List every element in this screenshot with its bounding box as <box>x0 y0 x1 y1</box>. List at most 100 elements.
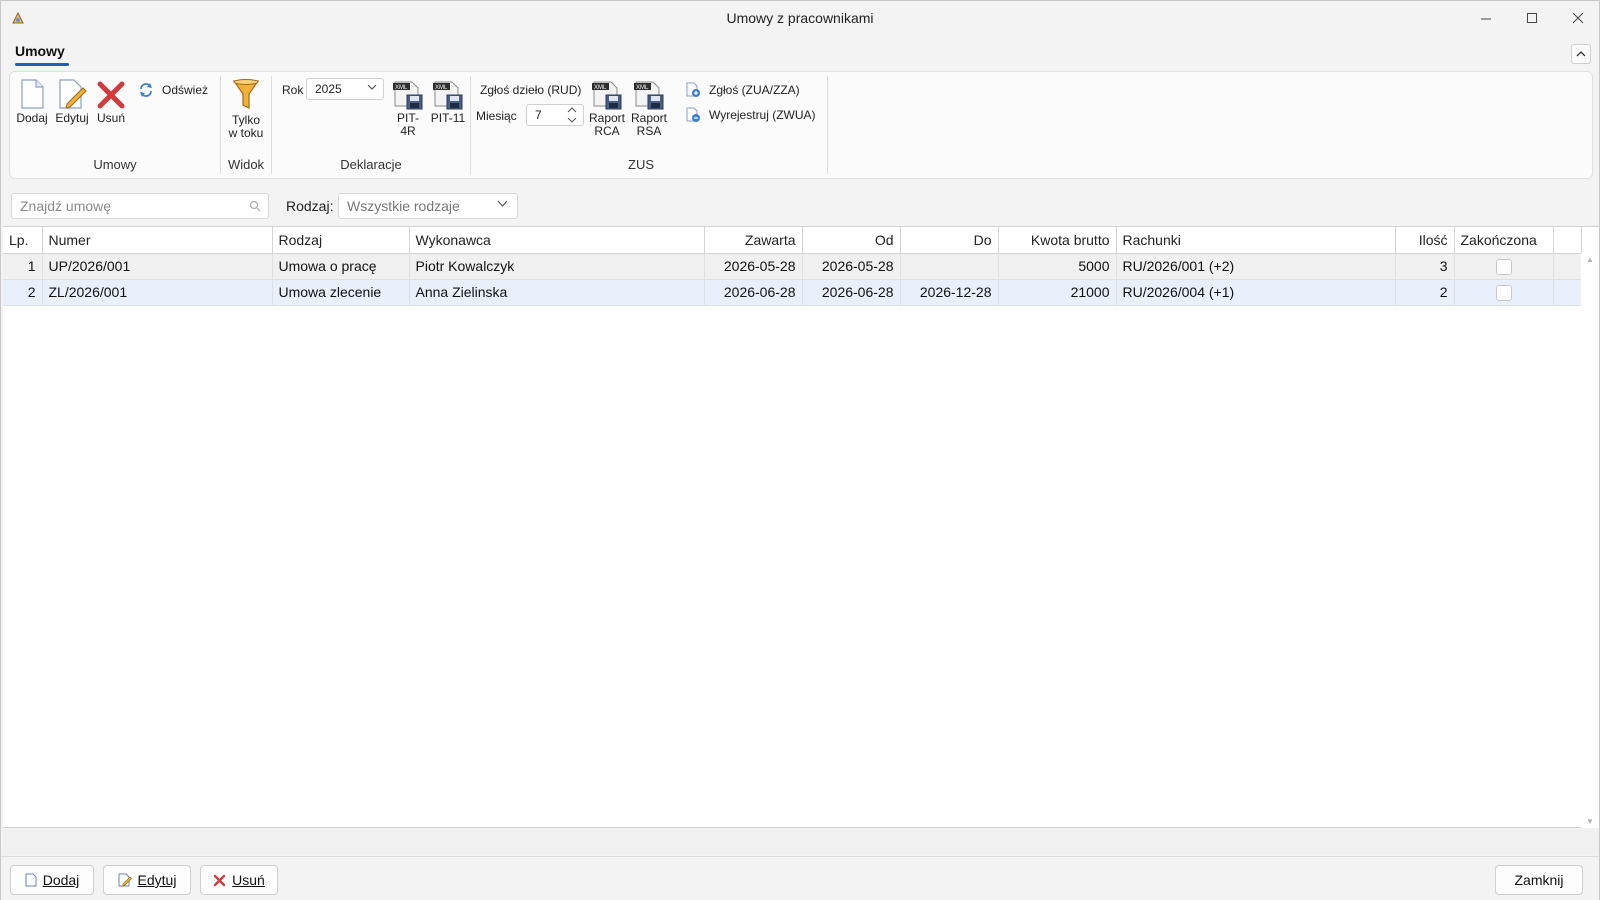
year-select[interactable]: 2025 <box>306 78 384 100</box>
contracts-table: Lp. Numer Rodzaj Wykonawca Zawarta Od Do… <box>3 226 1599 828</box>
col-header-zawarta[interactable]: Zawarta <box>704 227 803 254</box>
edit-contract-button[interactable]: Edytuj <box>54 78 90 125</box>
ribbon-tab-umowy[interactable]: Umowy <box>15 43 65 59</box>
col-header-ilosc[interactable]: Ilość <box>1395 227 1455 254</box>
ribbon-collapse-button[interactable] <box>1571 44 1591 64</box>
search-placeholder: Znajdź umowę <box>20 198 112 214</box>
maximize-icon <box>1526 12 1537 23</box>
group-label-widok: Widok <box>227 157 265 172</box>
xml-save-icon: XML <box>433 81 463 110</box>
cell-zakonczona <box>1454 279 1554 306</box>
scroll-down-icon[interactable]: ▼ <box>1586 817 1594 826</box>
cell-od: 2026-05-28 <box>802 253 901 280</box>
cell-lp: 2 <box>3 279 43 306</box>
cell-lp: 1 <box>3 253 43 280</box>
col-header-wykonawca[interactable]: Wykonawca <box>409 227 705 254</box>
refresh-button[interactable]: Odśwież <box>138 82 208 98</box>
year-label: Rok <box>282 83 304 97</box>
title-bar: Umowy z pracownikami <box>1 1 1599 35</box>
col-header-rodzaj[interactable]: Rodzaj <box>272 227 410 254</box>
group-label-deklaracje: Deklaracje <box>340 157 402 172</box>
footer-edit-label: Edytuj <box>137 872 177 888</box>
group-label-zus: ZUS <box>628 157 654 172</box>
cell-rodzaj: Umowa o pracę <box>272 253 410 280</box>
footer-add-button[interactable]: Dodaj <box>10 865 94 895</box>
type-filter-label: Rodzaj: <box>286 198 334 214</box>
close-icon <box>1572 12 1583 23</box>
ribbon-group-zus: Zgłoś dzieło (RUD) Miesiąc 7 XML Raport … <box>471 72 827 178</box>
search-input[interactable]: Znajdź umowę <box>11 193 269 219</box>
group-separator <box>827 76 828 174</box>
pit4r-button[interactable]: XML PIT-4R <box>390 78 426 138</box>
delete-x-icon <box>213 874 226 886</box>
active-tab-indicator <box>15 63 69 66</box>
search-icon <box>249 199 261 215</box>
new-document-icon <box>25 873 37 887</box>
cell-spacer <box>1553 253 1582 280</box>
chevron-down-icon <box>497 198 508 212</box>
month-stepper[interactable]: 7 <box>526 104 584 126</box>
cell-kwota: 5000 <box>998 253 1117 280</box>
report-rsa-button[interactable]: XML Raport RSA <box>629 78 669 138</box>
report-rca-button[interactable]: XML Raport RCA <box>587 78 627 138</box>
delete-contract-button[interactable]: Usuń <box>94 78 128 125</box>
col-header-numer[interactable]: Numer <box>42 227 273 254</box>
minimize-icon <box>1480 18 1491 19</box>
col-header-lp[interactable]: Lp. <box>3 227 43 254</box>
footer-delete-label: Usuń <box>232 872 265 888</box>
completed-checkbox[interactable] <box>1495 258 1512 275</box>
pit11-button[interactable]: XML PIT-11 <box>430 78 466 125</box>
edit-contract-label: Edytuj <box>55 111 89 125</box>
close-button[interactable]: Zamknij <box>1495 865 1583 895</box>
edit-document-icon <box>59 79 87 109</box>
close-window-button[interactable] <box>1555 1 1600 35</box>
col-header-rachunki[interactable]: Rachunki <box>1116 227 1396 254</box>
cell-ilosc: 2 <box>1395 279 1455 306</box>
unregister-zwua-button[interactable]: Wyrejestruj (ZWUA) <box>685 107 816 123</box>
type-filter-select[interactable]: Wszystkie rodzaje <box>338 193 518 219</box>
footer-delete-button[interactable]: Usuń <box>200 865 278 895</box>
report-rud-button[interactable]: Zgłoś dzieło (RUD) <box>480 83 581 97</box>
cell-rachunki: RU/2026/004 (+1) <box>1116 279 1396 306</box>
vertical-scrollbar[interactable]: ▲ ▼ <box>1581 253 1599 828</box>
completed-checkbox[interactable] <box>1495 284 1512 301</box>
funnel-icon <box>232 79 260 109</box>
col-header-do[interactable]: Do <box>900 227 999 254</box>
month-value: 7 <box>535 108 542 122</box>
window-title: Umowy z pracownikami <box>726 10 874 26</box>
footer-add-label: Dodaj <box>42 872 80 888</box>
edit-document-icon <box>118 873 132 887</box>
minimize-button[interactable] <box>1463 1 1509 35</box>
col-header-zakonczona[interactable]: Zakończona <box>1454 227 1554 254</box>
scroll-up-icon[interactable]: ▲ <box>1586 255 1594 264</box>
delete-contract-label: Usuń <box>96 111 125 125</box>
delete-x-icon <box>97 81 125 109</box>
table-row[interactable]: 1 UP/2026/001 Umowa o pracę Piotr Kowalc… <box>3 253 1582 280</box>
svg-text:XML: XML <box>395 85 408 91</box>
pit4r-label: PIT-4R <box>396 111 419 138</box>
document-remove-icon <box>686 107 700 122</box>
bottom-button-bar: Dodaj Edytuj Usuń Zamknij <box>1 856 1599 900</box>
maximize-button[interactable] <box>1509 1 1555 35</box>
app-window: Umowy z pracownikami Umowy Dodaj Edytuj … <box>0 0 1600 900</box>
add-contract-button[interactable]: Dodaj <box>16 78 48 125</box>
stepper-arrows-icon[interactable] <box>567 106 577 126</box>
cell-do: 2026-12-28 <box>900 279 999 306</box>
ribbon-panel: Dodaj Edytuj Usuń Odśwież Umowy Tylko w … <box>9 71 1593 179</box>
footer-edit-button[interactable]: Edytuj <box>103 865 191 895</box>
cell-do <box>900 253 999 280</box>
register-zua-button[interactable]: Zgłoś (ZUA/ZZA) <box>685 82 800 98</box>
refresh-icon <box>140 83 152 97</box>
refresh-label: Odśwież <box>162 83 209 97</box>
filter-in-progress-button[interactable]: Tylko w toku <box>223 78 269 140</box>
table-header-row: Lp. Numer Rodzaj Wykonawca Zawarta Od Do… <box>3 227 1582 254</box>
cell-zakonczona <box>1454 253 1554 280</box>
cell-rachunki: RU/2026/001 (+2) <box>1116 253 1396 280</box>
cell-numer: UP/2026/001 <box>42 253 273 280</box>
svg-text:XML: XML <box>594 85 607 91</box>
col-header-kwota[interactable]: Kwota brutto <box>998 227 1117 254</box>
col-header-od[interactable]: Od <box>802 227 901 254</box>
xml-save-icon: XML <box>592 81 622 110</box>
register-zua-label: Zgłoś (ZUA/ZZA) <box>709 83 800 97</box>
table-row[interactable]: 2 ZL/2026/001 Umowa zlecenie Anna Zielin… <box>3 279 1582 306</box>
